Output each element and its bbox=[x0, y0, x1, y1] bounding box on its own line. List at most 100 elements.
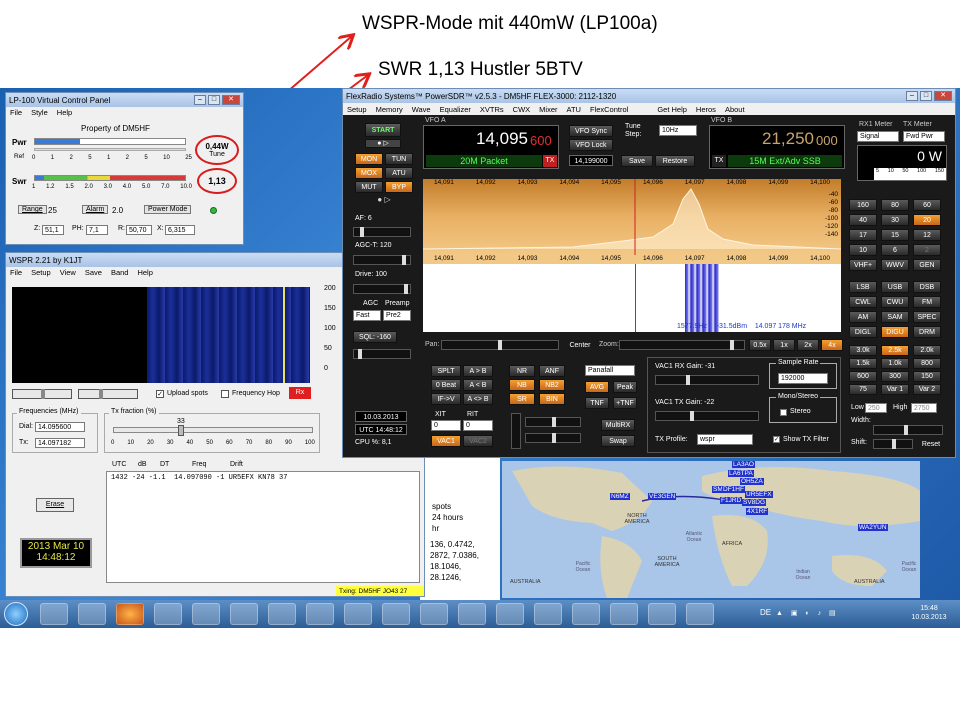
pan-slider[interactable] bbox=[441, 340, 559, 350]
tx-freq-field[interactable]: 14.097182 bbox=[35, 438, 85, 448]
tray-icons[interactable]: ▲ ▣ ◐ ♪ ▤ bbox=[776, 609, 886, 619]
mut-button[interactable]: MUT bbox=[355, 181, 383, 193]
anf-button[interactable]: ANF bbox=[539, 365, 565, 377]
tray-clock[interactable]: 15:48 10.03.2013 bbox=[904, 604, 954, 622]
psdr-menu-cwx[interactable]: CWX bbox=[513, 105, 531, 114]
band-6[interactable]: 6 bbox=[881, 244, 909, 256]
filter-150[interactable]: 150 bbox=[913, 371, 941, 382]
wspr-menu-view[interactable]: View bbox=[60, 268, 76, 277]
start-orb-icon[interactable] bbox=[4, 602, 28, 626]
filter-75[interactable]: 75 bbox=[849, 384, 877, 395]
display-mode-select[interactable]: Panafall bbox=[585, 365, 635, 376]
zero-beat-button[interactable]: 0 Beat bbox=[431, 379, 461, 391]
shift-slider[interactable] bbox=[873, 439, 913, 449]
taskbar-app-window2-icon[interactable] bbox=[458, 603, 486, 625]
psdr-menu-memory[interactable]: Memory bbox=[376, 105, 403, 114]
zoom-2x[interactable]: 2x bbox=[797, 339, 819, 351]
sql-slider[interactable] bbox=[353, 349, 411, 359]
zoom-4x[interactable]: 4x bbox=[821, 339, 843, 351]
peak-button[interactable]: Peak bbox=[613, 381, 637, 393]
taskbar-app-panel-icon[interactable] bbox=[496, 603, 524, 625]
tx-meter-select[interactable]: Fwd Pwr bbox=[903, 131, 945, 142]
low-field[interactable]: 250 bbox=[865, 403, 887, 413]
minimize-icon[interactable]: – bbox=[906, 91, 918, 101]
af-slider[interactable] bbox=[353, 227, 411, 237]
band-80[interactable]: 80 bbox=[881, 199, 909, 211]
waterfall[interactable]: 1577.9Hz -31.5dBm 14.097 178 MHz bbox=[423, 264, 841, 332]
vfo-sync-button[interactable]: VFO Sync bbox=[569, 125, 613, 137]
taskbar-app-wspr-icon[interactable] bbox=[154, 603, 182, 625]
width-slider[interactable] bbox=[873, 425, 943, 435]
psdr-menu-mixer[interactable]: Mixer bbox=[539, 105, 557, 114]
filter-1-5k[interactable]: 1.5k bbox=[849, 358, 877, 369]
rx1-meter-select[interactable]: Signal bbox=[857, 131, 899, 142]
map-call-ur5efx[interactable]: UR5EFX bbox=[745, 491, 773, 498]
filter-1k[interactable]: 1.0k bbox=[881, 358, 909, 369]
wspr-menu-setup[interactable]: Setup bbox=[31, 268, 51, 277]
mon-button[interactable]: MON bbox=[355, 153, 383, 165]
mode-cwl[interactable]: CWL bbox=[849, 296, 877, 308]
wspr-menu-band[interactable]: Band bbox=[111, 268, 129, 277]
show-tx-filter-checkbox[interactable]: ✓ bbox=[773, 436, 780, 443]
psdr-menu-setup[interactable]: Setup bbox=[347, 105, 367, 114]
bin-button[interactable]: BIN bbox=[539, 393, 565, 405]
map-call-df1hf[interactable]: DF1HF bbox=[722, 486, 745, 493]
rit-value[interactable]: 0 bbox=[463, 420, 493, 431]
nr-button[interactable]: NR bbox=[509, 365, 535, 377]
taskbar-app-graph-icon[interactable] bbox=[648, 603, 676, 625]
decode-area[interactable]: 1432 -24 -1.1 14.097090 -1 UR5EFX KN78 3… bbox=[106, 471, 420, 583]
sr-button[interactable]: SR bbox=[509, 393, 535, 405]
mode-fm[interactable]: FM bbox=[913, 296, 941, 308]
powersdr-titlebar[interactable]: FlexRadio Systems™ PowerSDR™ v2.5.3 - DM… bbox=[343, 89, 955, 103]
wspr-slider-2[interactable] bbox=[78, 389, 138, 399]
map-call-ve3gen[interactable]: VE3GEN bbox=[648, 493, 677, 500]
lp100-menu-style[interactable]: Style bbox=[31, 108, 48, 117]
filter-600[interactable]: 600 bbox=[849, 371, 877, 382]
world-map[interactable]: N6MZ VE3GEN LA3AO LA6TPA OH5ZA SM DF1HF … bbox=[502, 461, 920, 598]
byp-button[interactable]: BYP bbox=[385, 181, 413, 193]
mode-drm[interactable]: DRM bbox=[913, 326, 941, 338]
wspr-menu-help[interactable]: Help bbox=[137, 268, 152, 277]
psdr-menu-equalizer[interactable]: Equalizer bbox=[440, 105, 471, 114]
mode-lsb[interactable]: LSB bbox=[849, 281, 877, 293]
map-call-la6tpa[interactable]: LA6TPA bbox=[728, 470, 754, 477]
mode-am[interactable]: AM bbox=[849, 311, 877, 323]
vol-slider-h2[interactable] bbox=[525, 433, 581, 443]
vol-slider-v1[interactable] bbox=[511, 413, 521, 449]
map-call-oh5za[interactable]: OH5ZA bbox=[740, 478, 764, 485]
map-call-wa2yun[interactable]: WA2YUN bbox=[858, 524, 888, 531]
agc-select[interactable]: Fast bbox=[353, 310, 381, 321]
map-call-f1jrd[interactable]: F1JRD bbox=[720, 497, 743, 504]
band-20[interactable]: 20 bbox=[913, 214, 941, 226]
a-to-b-button[interactable]: A > B bbox=[463, 365, 493, 377]
save-button[interactable]: Save bbox=[621, 155, 653, 167]
minimize-icon[interactable]: – bbox=[194, 95, 206, 105]
vfo-lock-button[interactable]: VFO Lock bbox=[569, 139, 613, 151]
psdr-menu-atu[interactable]: ATU bbox=[567, 105, 581, 114]
multirx-button[interactable]: MultiRX bbox=[601, 419, 635, 431]
filter-2k[interactable]: 2.0k bbox=[913, 345, 941, 356]
taskbar-app-n1mm-icon[interactable] bbox=[382, 603, 410, 625]
band-10[interactable]: 10 bbox=[849, 244, 877, 256]
band-gen[interactable]: GEN bbox=[913, 259, 941, 271]
band-2[interactable]: 2 bbox=[913, 244, 941, 256]
start-button[interactable]: START bbox=[365, 123, 401, 137]
zoom-1x[interactable]: 1x bbox=[773, 339, 795, 351]
taskbar-app-folder-icon[interactable] bbox=[78, 603, 106, 625]
dial-field[interactable]: 14.095600 bbox=[35, 422, 85, 432]
map-call-n6mz[interactable]: N6MZ bbox=[610, 493, 630, 500]
vac1-rx-slider[interactable] bbox=[655, 375, 759, 385]
mode-dsb[interactable]: DSB bbox=[913, 281, 941, 293]
tx-profile-select[interactable]: wspr bbox=[697, 434, 753, 445]
vac2-button[interactable]: VAC2 bbox=[463, 435, 493, 447]
mox-button[interactable]: MOX bbox=[355, 167, 383, 179]
erase-button[interactable]: Erase bbox=[36, 498, 74, 512]
filter-var2[interactable]: Var 2 bbox=[913, 384, 941, 395]
band-17[interactable]: 17 bbox=[849, 229, 877, 241]
map-call-4x1rf[interactable]: 4X1RF bbox=[746, 508, 769, 515]
band-wwv[interactable]: WWV bbox=[881, 259, 909, 271]
wspr-menu-save[interactable]: Save bbox=[85, 268, 102, 277]
range-button[interactable]: Range bbox=[18, 205, 47, 214]
lp100-titlebar[interactable]: LP-100 Virtual Control Panel – □ ✕ bbox=[6, 93, 243, 107]
nb-button[interactable]: NB bbox=[509, 379, 535, 391]
